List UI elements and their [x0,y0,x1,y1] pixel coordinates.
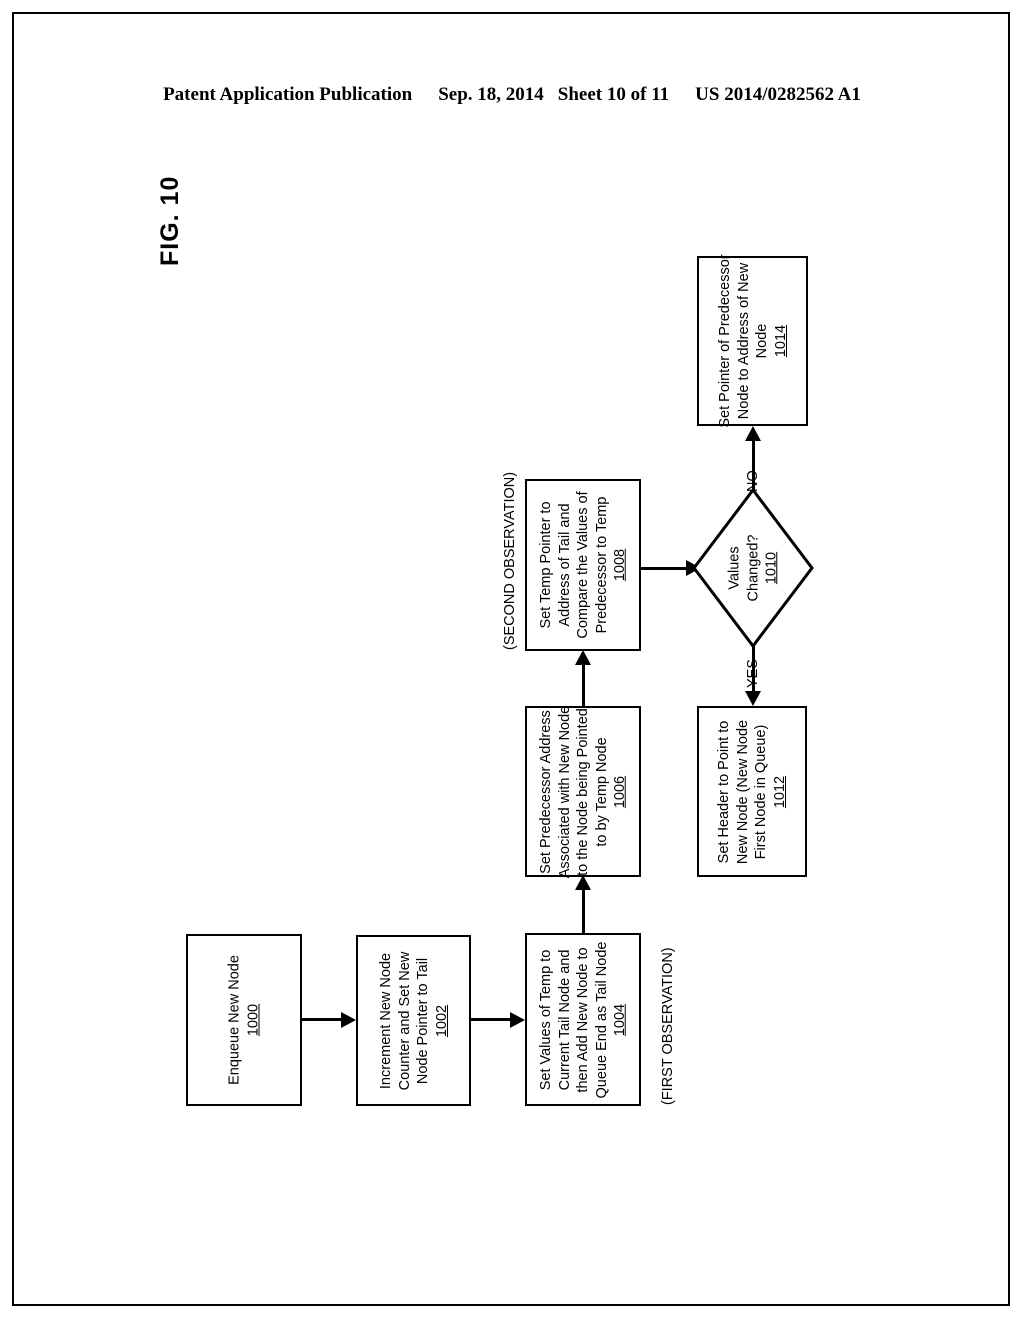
publication-header: Patent Application Publication Sep. 18, 2… [0,84,1024,106]
flowchart-node-1006-text: Set Predecessor Address Associated with … [537,705,630,877]
connector-1004-to-1006 [581,888,585,933]
node-1000-reference: 1000 [245,1003,261,1037]
node-1012-reference: 1012 [771,775,788,808]
node-1004-line-0: Set Values of Temp to [537,949,554,1090]
node-1014-line-1: Node to Address of New [735,262,751,420]
flowchart-node-1006: Set Predecessor Address Associated with … [525,705,641,878]
node-1014-reference: 1014 [772,324,788,358]
branch-label-no: NO [745,470,761,492]
flowchart-node-1002-text: Increment New Node Counter and Set New N… [377,951,451,1090]
node-1006-line-3: to by Temp Node [593,736,610,847]
node-1000-line-0: Enqueue New Node [226,955,243,1085]
node-1002-reference: 1002 [433,1004,449,1037]
node-1010-line-1: Changed? [744,534,761,602]
connector-1002-to-1004 [471,1018,511,1021]
node-1008-line-3: Predecessor to Temp [593,496,610,634]
header-publication-title: Patent Application Publication [163,84,413,105]
figure-label: FIG. 10 [156,175,184,266]
node-1006-line-2: to the Node being Pointed [574,707,591,876]
header-sheet: Sheet 10 of 11 [557,84,670,105]
node-1006-line-0: Set Predecessor Address [537,709,554,874]
flowchart-node-1002: Increment New Node Counter and Set New N… [356,935,471,1106]
arrowhead-1010-yes-to-1012 [745,691,761,706]
node-1014-line-0: Set Pointer of Predecessor [716,254,733,428]
flowchart-node-1014-text: Set Pointer of Predecessor Node to Addre… [716,254,790,427]
arrowhead-1002-to-1004 [510,1011,525,1028]
branch-label-yes: YES [745,658,761,688]
node-1008-line-0: Set Temp Pointer to [537,501,554,629]
flowchart-node-1004-text: Set Values of Temp to Current Tail Node … [537,941,630,1098]
flowchart-node-1004: Set Values of Temp to Current Tail Node … [525,933,641,1106]
connector-1006-to-1008 [581,663,585,706]
header-patent-number: US 2014/0282562 A1 [695,84,861,105]
connector-1000-to-1002 [302,1018,342,1021]
node-1010-line-0: Values [726,546,743,590]
node-1014-line-2: Node [753,323,770,359]
node-1002-line-1: Counter and Set New [396,951,412,1090]
flowchart-decision-1010-text: Values Changed? 1010 [725,535,781,602]
flowchart-node-1014: Set Pointer of Predecessor Node to Addre… [697,254,808,428]
node-1006-reference: 1006 [611,775,628,808]
node-1012-line-2: First Node in Queue) [753,724,769,859]
node-1012-line-1: New Node (New Node [734,719,751,864]
node-1006-line-1: Associated with New Node [556,705,573,878]
node-1004-line-1: Current Tail Node and [556,949,573,1090]
flowchart-node-1000: Enqueue New Node 1000 [186,934,302,1106]
node-1008-reference: 1008 [611,548,628,582]
node-1002-line-2: Node Pointer to Tail [414,957,431,1084]
flowchart-node-1000-text: Enqueue New Node 1000 [226,955,263,1085]
annotation-second-observation: (SECOND OBSERVATION) [502,471,518,650]
node-1004-line-2: then Add New Node to [574,946,591,1093]
node-1012-line-0: Set Header to Point to [716,720,732,863]
flowchart-decision-1010: Values Changed? 1010 [692,488,814,648]
node-1004-line-3: Queue End as Tail Node [593,941,610,1098]
node-1004-reference: 1004 [611,1003,628,1036]
flowchart-node-1008-text: Set Temp Pointer to Address of Tail and … [537,491,630,638]
flowchart-node-1012: Set Header to Point to New Node (New Nod… [697,706,807,877]
node-1002-line-0: Increment New Node [377,952,394,1089]
flowchart-node-1012-text: Set Header to Point to New Node (New Nod… [715,719,789,863]
connector-1008-to-1010 [641,566,687,570]
node-1008-line-1: Address of Tail and [556,503,573,627]
arrowhead-1000-to-1002 [341,1011,356,1028]
annotation-first-observation: (FIRST OBSERVATION) [660,947,676,1105]
node-1008-line-2: Compare the Values of [574,491,591,639]
arrowhead-1006-to-1008 [575,650,591,665]
node-1010-reference: 1010 [763,551,780,585]
flowchart-node-1008: Set Temp Pointer to Address of Tail and … [525,479,641,651]
arrowhead-1010-no-to-1014 [745,426,761,441]
header-date: Sep. 18, 2014 [438,84,544,105]
